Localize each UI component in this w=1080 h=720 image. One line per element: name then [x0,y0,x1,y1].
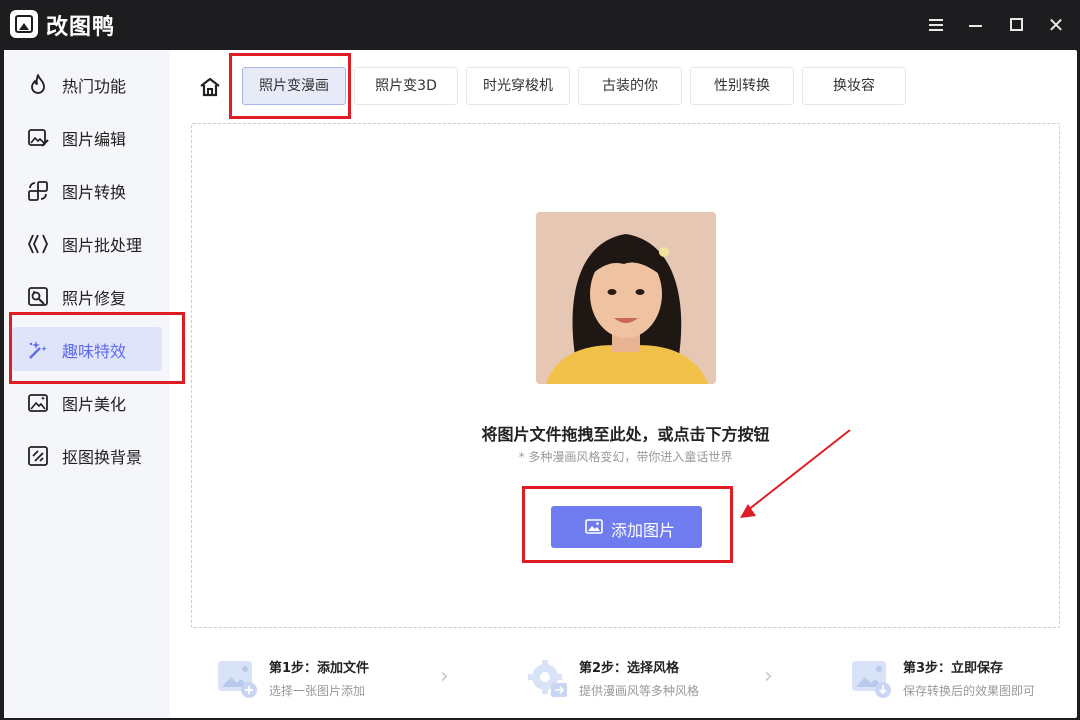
drop-zone-title: 将图片文件拖拽至此处，或点击下方按钮 [481,425,770,444]
tab-time-machine[interactable]: 时光穿梭机 [466,67,570,105]
sidebar-item-beautify[interactable]: 图片美化 [12,380,162,424]
step-title: 第2步：选择风格 [579,661,680,676]
step-desc: 提供漫画风等多种风格 [579,684,700,698]
step-desc: 选择一张图片添加 [269,684,366,698]
annotation-box-tab [229,53,351,119]
annotation-box-sidebar [9,312,185,384]
step-1: 第1步：添加文件 选择一张图片添加 [217,653,427,703]
sidebar-item-label: 热门功能 [62,77,127,96]
chevron-right-icon: › [764,664,773,689]
flame-icon [31,74,45,94]
step-title: 第3步：立即保存 [903,661,1004,676]
tab-photo-to-3d[interactable]: 照片变3D [354,67,458,105]
cutout-icon [28,446,48,466]
sidebar-item-label: 图片批处理 [62,236,143,255]
app-logo-icon [10,10,38,38]
home-icon[interactable] [198,75,222,99]
sidebar-item-image-edit[interactable]: 图片编辑 [12,115,162,159]
step-title: 第1步：添加文件 [269,661,370,676]
sample-portrait-image [536,212,716,384]
sidebar-item-batch[interactable]: 图片批处理 [12,221,162,265]
step-2: 第2步：选择风格 提供漫画风等多种风格 [527,653,757,703]
image-edit-icon [28,129,49,147]
beautify-icon [28,394,48,412]
annotation-arrow-icon [740,429,851,518]
annotation-box-button [522,486,733,563]
main-window: 热门功能 图片编辑 图片转换 图片批处理 照片修复 趣味特效 图片美化 抠图换背… [4,50,1077,718]
save-step-icon [852,661,891,698]
sidebar: 热门功能 图片编辑 图片转换 图片批处理 照片修复 趣味特效 图片美化 抠图换背… [4,50,170,718]
sidebar-item-label: 照片修复 [62,289,127,308]
tab-gender-swap[interactable]: 性别转换 [690,67,794,105]
sidebar-item-label: 图片美化 [62,395,127,414]
menu-icon[interactable] [924,13,948,37]
drop-zone-subtitle: * 多种漫画风格变幻，带你进入童话世界 [518,450,733,464]
sidebar-item-label: 图片编辑 [62,130,127,149]
app-title: 改图鸭 [46,15,116,40]
minimize-button[interactable] [964,13,988,37]
step-desc: 保存转换后的效果图即可 [903,684,1036,698]
chevron-right-icon: › [440,664,449,689]
maximize-button[interactable] [1004,13,1028,37]
sidebar-item-cutout[interactable]: 抠图换背景 [12,433,162,477]
sidebar-item-label: 抠图换背景 [62,448,143,467]
title-bar: 改图鸭 ✕ [0,0,1080,50]
tab-ancient-costume[interactable]: 古装的你 [578,67,682,105]
tab-makeup[interactable]: 换妆容 [802,67,906,105]
close-button[interactable]: ✕ [1044,13,1068,37]
sidebar-item-hot[interactable]: 热门功能 [12,62,162,106]
step-3: 第3步：立即保存 保存转换后的效果图即可 [851,653,1061,703]
sidebar-item-convert[interactable]: 图片转换 [12,168,162,212]
convert-icon [28,181,48,201]
sidebar-item-label: 图片转换 [62,183,127,202]
add-file-step-icon [218,661,257,698]
gear-step-icon [528,660,567,697]
batch-icon [28,234,48,254]
photo-repair-icon [28,287,48,306]
